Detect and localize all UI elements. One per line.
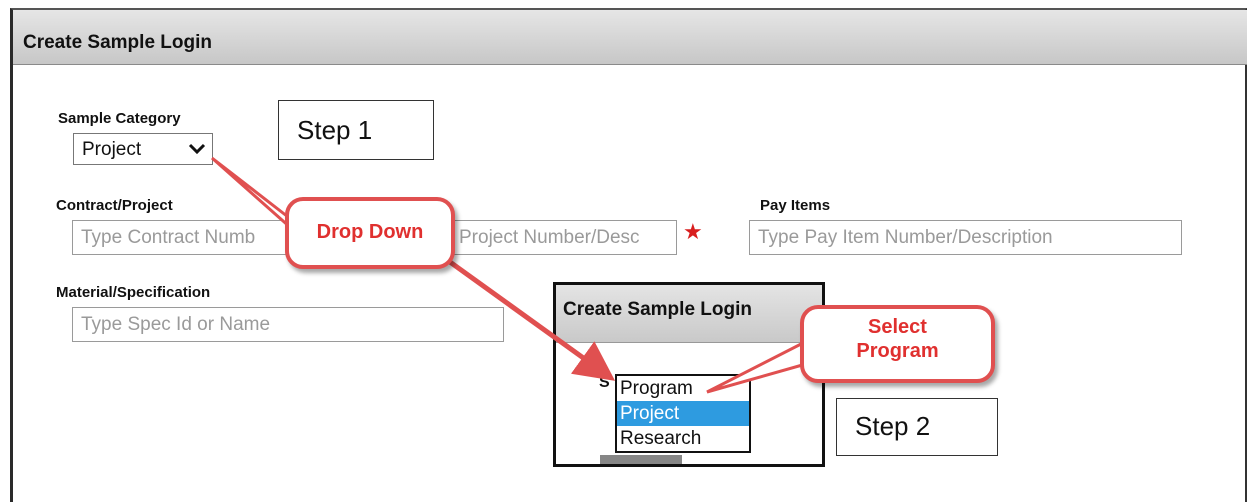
- arrow-to-dropdown: [448, 259, 616, 381]
- callout-select-program: Select Program: [800, 305, 995, 383]
- callout-select-text: Select Program: [856, 316, 939, 362]
- callout-dropdown: Drop Down: [285, 197, 455, 269]
- annotation-arrows: [211, 156, 823, 394]
